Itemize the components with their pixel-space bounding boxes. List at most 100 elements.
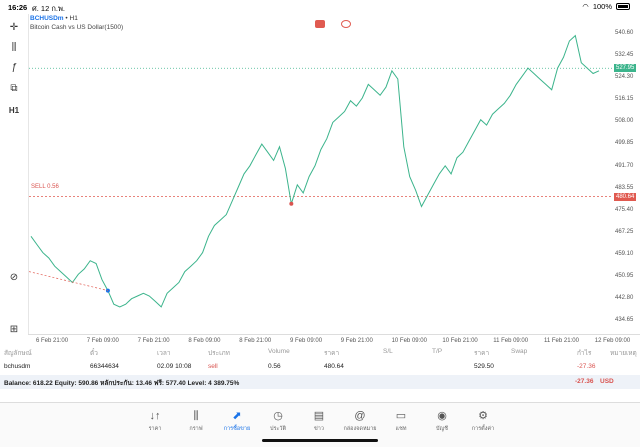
column-header: S/L bbox=[383, 348, 393, 355]
nav-icon: ◉ bbox=[437, 410, 447, 422]
nav-item[interactable]: ◷ ประวัติ bbox=[258, 409, 298, 433]
nav-item[interactable]: ◉ บัญชี bbox=[422, 409, 462, 433]
nav-item[interactable]: ▤ ข่าว bbox=[299, 409, 339, 433]
time-tick: 12 Feb 09:00 bbox=[594, 338, 631, 344]
nav-label: กราฟ bbox=[189, 426, 203, 432]
time-tick: 10 Feb 21:00 bbox=[442, 338, 478, 344]
status-right: ◠ 100% bbox=[582, 2, 630, 11]
nav-icon: @ bbox=[354, 410, 366, 422]
nav-icon: ⬈ bbox=[232, 410, 242, 422]
price-axis: 540.60 532.45 524.30 516.15 508.00 499.85 491.… bbox=[612, 14, 640, 334]
column-header: ประเภท bbox=[208, 350, 230, 357]
column-header: ราคา bbox=[324, 350, 340, 357]
positions-header: สัญลักษณ์ ตั๋ว เวลา ประเภท Volume ราคา S/L T/P ร… bbox=[0, 346, 640, 358]
function-icon[interactable]: ƒ bbox=[6, 59, 22, 75]
order-price-tag: 480.64 bbox=[614, 192, 637, 201]
indicators-icon[interactable]: ⫼ bbox=[6, 39, 22, 55]
new-order-icon[interactable]: ⊞ bbox=[6, 321, 22, 337]
column-header: ราคา bbox=[474, 350, 490, 357]
nav-icon: ⚙ bbox=[478, 410, 488, 422]
price-tick: 532.45 bbox=[615, 52, 634, 59]
signal-icon[interactable] bbox=[341, 20, 351, 28]
status-time: 16:26 bbox=[8, 3, 28, 12]
time-axis: 6 Feb 21:00 7 Feb 09:00 7 Feb 21:00 8 Feb 0… bbox=[28, 334, 640, 346]
battery-icon bbox=[616, 3, 630, 10]
price-tick: 508.00 bbox=[615, 118, 634, 125]
table-row[interactable]: bchusdm 66344634 02.09 10:08 sell 0.56 480.64… bbox=[0, 361, 640, 373]
home-indicator bbox=[262, 439, 378, 442]
chart-symbol-info: BCHUSDm • H1 Bitcoin Cash vs US Dollar(1… bbox=[30, 15, 123, 31]
crosshair-icon[interactable]: ✛ bbox=[6, 19, 22, 35]
price-tick: 499.85 bbox=[615, 140, 634, 147]
price-tick: 540.60 bbox=[615, 29, 634, 36]
column-header: Swap bbox=[511, 348, 528, 355]
nav-item[interactable]: ↓↑ ราคา bbox=[135, 409, 175, 433]
symbol-description: Bitcoin Cash vs US Dollar(1500) bbox=[30, 24, 124, 31]
current-price-tag: 527.95 bbox=[614, 64, 637, 73]
table-cell: 02.09 10:08 bbox=[157, 363, 192, 370]
time-tick: 7 Feb 09:00 bbox=[86, 338, 119, 344]
price-tick: 483.55 bbox=[615, 184, 634, 191]
nav-label: แชท bbox=[395, 426, 407, 432]
time-tick: 8 Feb 09:00 bbox=[188, 338, 221, 344]
nav-icon: ⫼ bbox=[193, 410, 199, 422]
price-tick: 524.30 bbox=[615, 74, 634, 81]
sell-order-label: SELL 0.56 bbox=[31, 184, 59, 190]
zoom-icon[interactable]: ⊘ bbox=[6, 269, 22, 285]
chart-toolbar: ✛ ⫼ ƒ ⧉ H1 ⊘ ⊞ bbox=[0, 14, 28, 339]
nav-label: ประวัติ bbox=[269, 426, 287, 432]
column-header: กำไร bbox=[577, 350, 592, 357]
one-click-trade-icon[interactable] bbox=[315, 20, 325, 28]
nav-label: ข่าว bbox=[314, 426, 324, 432]
time-tick: 8 Feb 21:00 bbox=[239, 338, 272, 344]
time-tick: 11 Feb 21:00 bbox=[544, 338, 579, 344]
price-tick: 434.65 bbox=[615, 317, 634, 324]
symbol-separator: • bbox=[65, 15, 68, 22]
price-tick: 491.70 bbox=[615, 162, 634, 169]
nav-item[interactable]: ▭ แชท bbox=[381, 409, 421, 433]
balance-bar: Balance: 618.22 Equity: 590.86 หลักประกั… bbox=[0, 375, 640, 389]
price-tick: 459.10 bbox=[615, 251, 634, 258]
nav-icon: ▭ bbox=[395, 410, 407, 422]
column-header: หมายเหตุ bbox=[610, 350, 637, 357]
currency: USD bbox=[600, 378, 614, 385]
nav-item[interactable]: ⫼ กราฟ bbox=[176, 409, 216, 433]
chart-quick-icons bbox=[315, 20, 351, 28]
chart-area[interactable] bbox=[28, 14, 613, 334]
nav-item[interactable]: ⚙ การตั้งค่า bbox=[463, 409, 503, 433]
table-cell: 66344634 bbox=[90, 363, 119, 370]
table-cell: 480.64 bbox=[324, 363, 344, 370]
battery-label: 100% bbox=[592, 2, 612, 11]
time-tick: 7 Feb 21:00 bbox=[137, 338, 170, 344]
nav-icon: ▤ bbox=[313, 410, 325, 422]
table-cell: 529.50 bbox=[474, 363, 494, 370]
objects-icon[interactable]: ⧉ bbox=[6, 80, 22, 96]
time-tick: 10 Feb 09:00 bbox=[391, 338, 427, 344]
nav-label: การตั้งค่า bbox=[471, 426, 495, 432]
table-cell: bchusdm bbox=[4, 363, 31, 370]
wifi-icon: ◠ bbox=[582, 2, 589, 11]
nav-item[interactable]: ⬈ การซื้อขาย bbox=[217, 409, 257, 433]
price-tick: 442.80 bbox=[615, 295, 634, 302]
time-tick: 9 Feb 09:00 bbox=[290, 338, 323, 344]
column-header: สัญลักษณ์ bbox=[4, 350, 32, 357]
trade-link-line bbox=[28, 271, 108, 291]
symbol-name: BCHUSDm bbox=[30, 15, 64, 22]
symbol-timeframe: H1 bbox=[69, 15, 78, 22]
nav-item[interactable]: @ กล่องจดหมาย bbox=[340, 409, 380, 433]
table-cell: 0.56 bbox=[268, 363, 281, 370]
nav-label: บัญชี bbox=[436, 426, 448, 432]
price-chart[interactable] bbox=[28, 14, 613, 334]
price-line bbox=[30, 34, 600, 308]
timeframe-button[interactable]: H1 bbox=[6, 102, 22, 118]
table-cell: -27.36 bbox=[577, 363, 596, 370]
column-header: Volume bbox=[268, 348, 290, 355]
price-tick: 516.15 bbox=[615, 96, 634, 103]
nav-icon: ↓↑ bbox=[149, 410, 161, 422]
nav-icon: ◷ bbox=[273, 410, 283, 422]
price-tick: 450.95 bbox=[615, 273, 634, 280]
nav-label: ราคา bbox=[148, 426, 162, 432]
time-tick: 9 Feb 21:00 bbox=[340, 338, 373, 344]
time-tick: 11 Feb 09:00 bbox=[493, 338, 529, 344]
time-tick: 6 Feb 21:00 bbox=[36, 338, 69, 344]
